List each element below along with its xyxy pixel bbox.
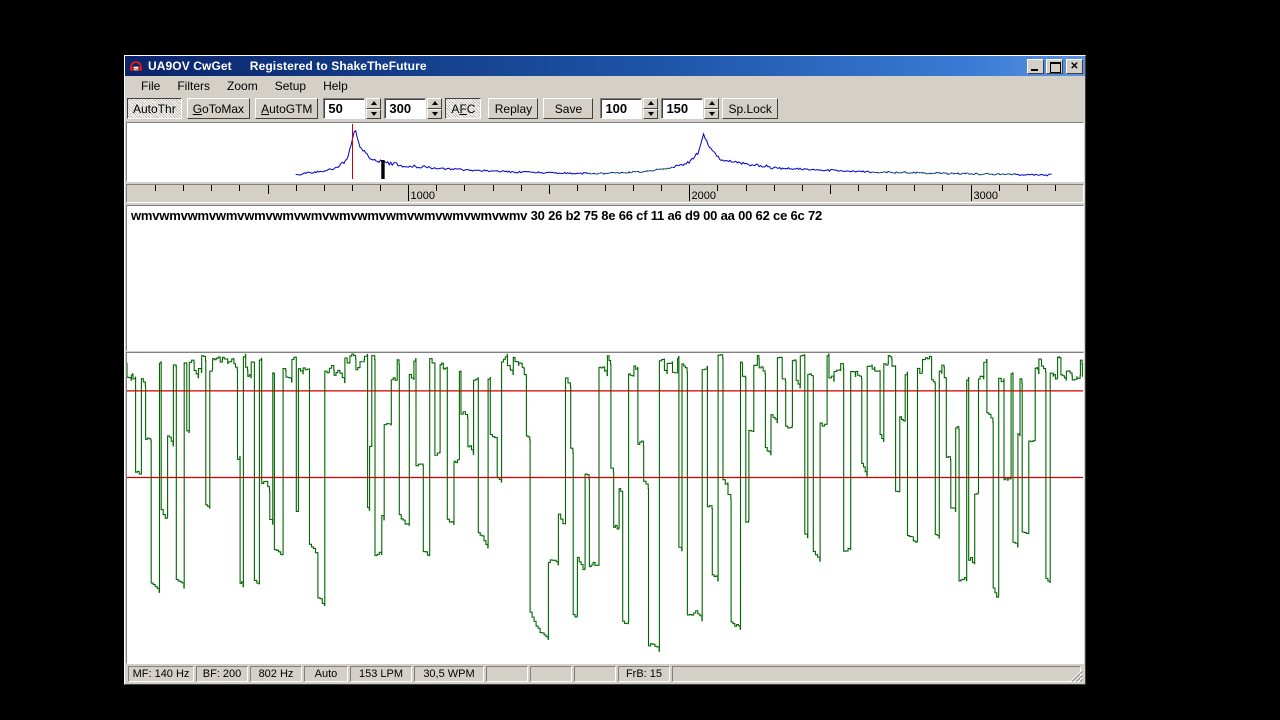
desktop-background: cw UA9OV CwGet Registered to ShakeTheFut… <box>0 0 1280 720</box>
low-limit-spin-up-icon[interactable] <box>643 98 659 109</box>
toolbar: AutoThr GoToMax AutoGTM 50 300 AFC Repla… <box>125 96 1085 122</box>
menu-item-help[interactable]: Help <box>316 77 356 95</box>
waveform-plot <box>127 353 1083 652</box>
svg-text:2000: 2000 <box>692 190 716 202</box>
status-frequency: 802 Hz <box>250 666 302 682</box>
threshold-spin-up-icon[interactable] <box>366 98 382 109</box>
frequency-ruler: 1000 2000 3000 <box>155 185 1056 202</box>
close-button[interactable]: ✕ <box>1066 58 1083 74</box>
go-to-max-button[interactable]: GoToMax <box>186 98 251 119</box>
high-limit-spin-up-icon[interactable] <box>704 98 720 109</box>
low-limit-stepper[interactable]: 100 <box>600 98 659 119</box>
menu-item-zoom[interactable]: Zoom <box>220 77 266 95</box>
status-mode: Auto <box>304 666 348 682</box>
width-spin-buttons[interactable] <box>427 98 443 119</box>
svg-text:cw: cw <box>134 66 139 71</box>
low-limit-input[interactable]: 100 <box>600 98 643 119</box>
auto-threshold-button[interactable]: AutoThr <box>127 98 182 119</box>
waveform-display[interactable] <box>126 352 1084 664</box>
decoded-text-panel[interactable]: wmvwmvwmvwmvwmvwmvwmvwmvwmvwmvwmvwmvwmvw… <box>126 205 1084 351</box>
afc-button[interactable]: AFC <box>445 98 482 119</box>
svg-text:3000: 3000 <box>974 190 998 202</box>
status-lpm: 153 LPM <box>350 666 412 682</box>
width-spin-down-icon[interactable] <box>427 108 443 119</box>
replay-button[interactable]: Replay <box>488 98 539 119</box>
status-empty-3 <box>574 666 616 682</box>
resize-grip[interactable] <box>1069 668 1084 683</box>
minimize-button[interactable] <box>1027 58 1044 74</box>
high-limit-input[interactable]: 150 <box>661 98 704 119</box>
status-empty-2 <box>530 666 572 682</box>
decoded-text-line: wmvwmvwmvwmvwmvwmvwmvwmvwmvwmvwmvwmvwmvw… <box>131 208 823 223</box>
high-limit-stepper[interactable]: 150 <box>661 98 720 119</box>
menu-item-file[interactable]: File <box>134 77 168 95</box>
high-limit-spin-down-icon[interactable] <box>704 108 720 119</box>
threshold-stepper[interactable]: 50 <box>323 98 382 119</box>
headphones-icon: cw <box>128 58 144 74</box>
svg-text:1000: 1000 <box>411 190 435 202</box>
window-title: UA9OV CwGet <box>148 59 232 73</box>
sp-lock-button[interactable]: Sp.Lock <box>722 98 778 119</box>
width-input[interactable]: 300 <box>384 98 427 119</box>
status-wpm: 30,5 WPM <box>414 666 484 682</box>
high-limit-spin-buttons[interactable] <box>704 98 720 119</box>
spectrum-display[interactable] <box>126 122 1084 182</box>
low-limit-spin-buttons[interactable] <box>643 98 659 119</box>
save-button[interactable]: Save <box>543 98 594 119</box>
menu-bar: File Filters Zoom Setup Help <box>125 76 1085 96</box>
width-spin-up-icon[interactable] <box>427 98 443 109</box>
maximize-button[interactable] <box>1046 58 1063 74</box>
menu-item-setup[interactable]: Setup <box>268 77 314 95</box>
auto-gtm-button[interactable]: AutoGTM <box>255 98 319 119</box>
cwget-application-window: cw UA9OV CwGet Registered to ShakeTheFut… <box>124 55 1086 685</box>
status-empty-1 <box>486 666 528 682</box>
registration-text: Registered to ShakeTheFuture <box>249 59 427 73</box>
threshold-input[interactable]: 50 <box>323 98 366 119</box>
threshold-spin-down-icon[interactable] <box>366 108 382 119</box>
threshold-spin-buttons[interactable] <box>366 98 382 119</box>
status-empty-4 <box>672 666 1081 682</box>
status-bandwidth: BF: 200 <box>196 666 248 682</box>
spectrum-plot <box>295 124 1052 179</box>
title-bar: cw UA9OV CwGet Registered to ShakeTheFut… <box>125 56 1085 76</box>
frequency-scale[interactable]: 1000 2000 3000 <box>126 184 1084 203</box>
low-limit-spin-down-icon[interactable] <box>643 108 659 119</box>
status-bar: MF: 140 Hz BF: 200 802 Hz Auto 153 LPM 3… <box>125 664 1085 684</box>
status-frb: FrB: 15 <box>618 666 670 682</box>
status-mark-frequency: MF: 140 Hz <box>128 666 194 682</box>
menu-item-filters[interactable]: Filters <box>170 77 218 95</box>
width-stepper[interactable]: 300 <box>384 98 443 119</box>
